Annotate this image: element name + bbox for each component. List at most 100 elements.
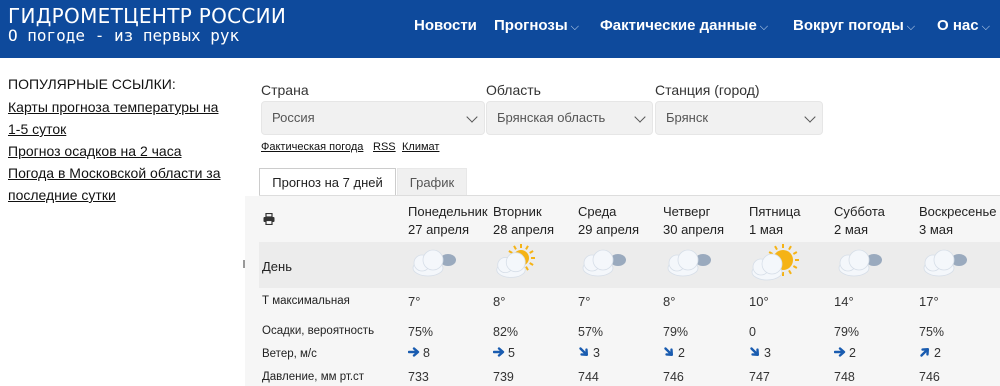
- precip-value: 0: [749, 325, 756, 339]
- pressure-value: 744: [578, 370, 599, 384]
- chevron-down-icon: [634, 111, 646, 123]
- partly-sunny-icon: [749, 244, 799, 284]
- row-label-precip: Осадки, вероятность: [262, 325, 375, 337]
- cloud-rain-icon: [663, 244, 713, 284]
- pressure-value: 747: [749, 370, 770, 384]
- forecast-day-row: [259, 242, 1000, 288]
- link-actual-weather[interactable]: Фактическая погода: [261, 141, 363, 153]
- wind-arrow-icon: [579, 347, 589, 357]
- tab-7day-forecast[interactable]: Прогноз на 7 дней: [259, 168, 396, 196]
- wind-arrow-icon: [493, 347, 505, 357]
- precip-value: 79%: [663, 325, 689, 339]
- wind-cell: 2: [834, 346, 856, 360]
- chevron-down-icon: ⌵: [759, 21, 769, 33]
- precip-value: 75%: [919, 325, 945, 339]
- day-date: 30 апреля: [663, 222, 724, 237]
- precip-value: 82%: [493, 325, 519, 339]
- link-rss[interactable]: RSS: [373, 141, 396, 153]
- day-date: 1 мая: [749, 222, 784, 237]
- cloud-rain-icon: [834, 244, 884, 284]
- tmax-value: 7°: [408, 294, 421, 309]
- tab-chart[interactable]: График: [397, 168, 467, 196]
- sidebar-link-precip-2h[interactable]: Прогноз осадков на 2 часа: [8, 140, 233, 162]
- cloud-rain-icon: [408, 244, 458, 284]
- wind-value: 2: [934, 346, 941, 360]
- region-select-value: Брянская область: [497, 110, 606, 125]
- wind-value: 3: [593, 346, 600, 360]
- country-label: Страна: [261, 82, 309, 98]
- day-name: Понедельник: [408, 204, 488, 219]
- row-label-day: День: [262, 259, 292, 274]
- wind-arrow-icon: [920, 347, 930, 357]
- chevron-down-icon: ⌵: [906, 21, 916, 33]
- wind-value: 8: [423, 346, 430, 360]
- chevron-down-icon: ⌵: [570, 21, 579, 33]
- site-header: ГИДРОМЕТЦЕНТР РОССИИ О погоде - из первы…: [0, 0, 1000, 58]
- day-name: Среда: [578, 204, 617, 219]
- nav-about-label: О нас: [937, 17, 979, 34]
- wind-value: 5: [508, 346, 515, 360]
- pressure-value: 746: [919, 370, 940, 384]
- wind-cell: 2: [663, 346, 685, 360]
- wind-cell: 8: [408, 346, 430, 360]
- wind-value: 2: [849, 346, 856, 360]
- cloud-rain-icon: [919, 244, 969, 284]
- day-name: Вторник: [493, 204, 542, 219]
- nav-around-weather[interactable]: Вокруг погоды ⌵: [793, 17, 915, 34]
- print-icon[interactable]: [263, 213, 275, 225]
- nav-around-weather-label: Вокруг погоды: [793, 17, 904, 34]
- region-select[interactable]: Брянская область: [486, 101, 653, 135]
- wind-arrow-icon: [750, 347, 760, 357]
- row-label-pressure: Давление, мм рт.ст: [262, 371, 365, 383]
- partly-cloudy-rain-icon: [493, 244, 543, 284]
- day-date: 29 апреля: [578, 222, 639, 237]
- chevron-down-icon: ⌵: [981, 21, 990, 33]
- wind-cell: 3: [578, 346, 600, 360]
- row-label-wind: Ветер, м/с: [262, 348, 317, 360]
- day-name: Суббота: [834, 204, 885, 219]
- precip-value: 79%: [834, 325, 860, 339]
- wind-arrow-icon: [408, 347, 420, 357]
- wind-value: 2: [678, 346, 685, 360]
- station-select-value: Брянск: [666, 110, 709, 125]
- nav-forecasts-label: Прогнозы: [494, 17, 568, 34]
- nav-news-label: Новости: [414, 17, 477, 34]
- nav-forecasts[interactable]: Прогнозы ⌵: [494, 17, 579, 34]
- station-label: Станция (город): [655, 82, 760, 98]
- nav-actual-data[interactable]: Фактические данные ⌵: [600, 17, 768, 34]
- day-name: Четверг: [663, 204, 711, 219]
- day-date: 3 мая: [919, 222, 954, 237]
- day-name: Пятница: [749, 204, 801, 219]
- pressure-value: 733: [408, 370, 429, 384]
- nav-actual-data-label: Фактические данные: [600, 17, 757, 34]
- precip-value: 75%: [408, 325, 434, 339]
- day-date: 27 апреля: [408, 222, 469, 237]
- nav-news[interactable]: Новости: [414, 17, 477, 34]
- main-nav: Новости Прогнозы ⌵ Фактические данные ⌵ Во…: [0, 17, 1000, 37]
- day-name: Воскресенье: [919, 204, 997, 219]
- wind-arrow-icon: [664, 347, 674, 357]
- tmax-value: 17°: [919, 294, 939, 309]
- popular-links-title: ПОПУЛЯРНЫЕ ССЫЛКИ:: [8, 76, 176, 92]
- wind-value: 3: [764, 346, 771, 360]
- tmax-value: 14°: [834, 294, 854, 309]
- sidebar-link-temperature-maps[interactable]: Карты прогноза температуры на 1-5 суток: [8, 96, 233, 140]
- wind-cell: 3: [749, 346, 771, 360]
- pressure-value: 739: [493, 370, 514, 384]
- pressure-value: 748: [834, 370, 855, 384]
- precip-value: 57%: [578, 325, 604, 339]
- day-date: 28 апреля: [493, 222, 554, 237]
- tmax-value: 8°: [493, 294, 506, 309]
- day-date: 2 мая: [834, 222, 869, 237]
- nav-about[interactable]: О нас ⌵: [937, 17, 990, 34]
- station-select[interactable]: Брянск: [655, 101, 823, 135]
- wind-arrow-icon: [834, 347, 846, 357]
- tmax-value: 10°: [749, 294, 769, 309]
- wind-cell: 5: [493, 346, 515, 360]
- divider: [243, 260, 245, 268]
- sidebar-link-moscow-region[interactable]: Погода в Московской области за последние…: [8, 162, 233, 206]
- country-select[interactable]: Россия: [261, 101, 485, 135]
- tmax-value: 7°: [578, 294, 591, 309]
- link-climate[interactable]: Климат: [402, 141, 439, 153]
- row-label-tmax: Т максимальная: [262, 295, 350, 307]
